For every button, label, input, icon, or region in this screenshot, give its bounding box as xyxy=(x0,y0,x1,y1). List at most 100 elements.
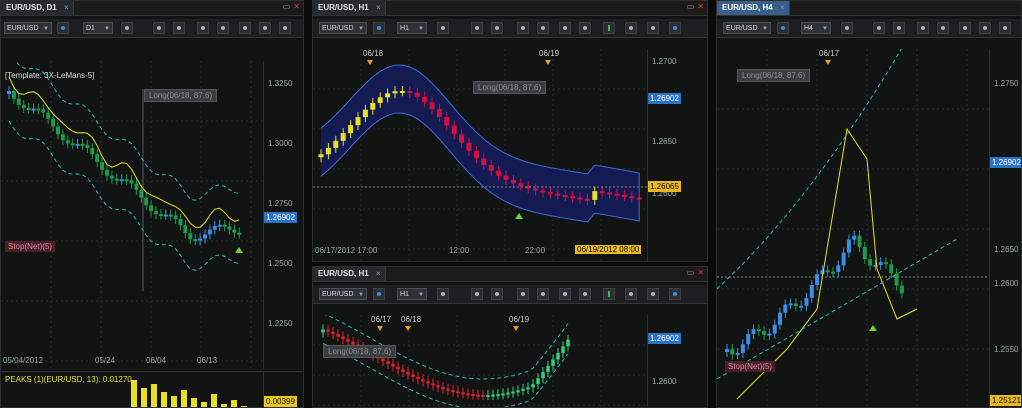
current-price-tag: 1.26902 xyxy=(648,93,681,104)
zoom-out-icon[interactable] xyxy=(217,22,229,34)
candle-body xyxy=(725,349,729,352)
price-chart-h4[interactable]: 06/17 1.2750 1.26902 1.2650 1.2600 1.255… xyxy=(717,49,1021,407)
candle-body xyxy=(436,385,440,388)
crosshair-icon[interactable] xyxy=(559,22,571,34)
histogram-bar xyxy=(141,388,147,407)
restore-icon[interactable]: ▭ xyxy=(687,268,695,277)
bars-icon[interactable] xyxy=(173,22,185,34)
timeframe-dropdown[interactable]: H1 ▼ xyxy=(397,22,427,34)
chart-type-icon[interactable] xyxy=(841,22,853,34)
zoom-out-icon[interactable] xyxy=(537,288,549,300)
candles-icon[interactable] xyxy=(471,22,483,34)
histogram-bar xyxy=(201,402,207,407)
restore-icon[interactable]: ▭ xyxy=(687,2,695,11)
settings-icon[interactable] xyxy=(579,22,591,34)
globe-icon[interactable] xyxy=(373,22,385,34)
notes-icon[interactable] xyxy=(625,22,637,34)
more-icon[interactable] xyxy=(999,22,1011,34)
crosshair-icon[interactable] xyxy=(239,22,251,34)
candle-body xyxy=(407,91,413,94)
signal-icon[interactable] xyxy=(603,22,615,34)
close-window-icon[interactable]: ✕ xyxy=(293,2,300,11)
close-tab-icon[interactable]: × xyxy=(780,1,785,15)
notes-icon[interactable] xyxy=(625,288,637,300)
candle-body xyxy=(163,214,168,217)
candle-body xyxy=(41,109,46,113)
search-icon[interactable] xyxy=(669,288,681,300)
search-icon[interactable] xyxy=(669,22,681,34)
close-window-icon[interactable]: ✕ xyxy=(697,2,704,11)
candle-body xyxy=(144,197,149,206)
symbol-dropdown[interactable]: EUR/USD ▼ xyxy=(319,22,367,34)
symbol-dropdown[interactable]: EUR/USD ▼ xyxy=(4,22,52,34)
candle-body xyxy=(778,312,782,325)
candle-body xyxy=(446,388,450,391)
candle-body xyxy=(884,262,888,265)
candle-body xyxy=(735,352,740,355)
print-icon[interactable] xyxy=(647,22,659,34)
close-tab-icon[interactable]: × xyxy=(376,267,381,281)
lower-channel-line xyxy=(717,238,958,380)
candle-body xyxy=(788,303,793,306)
zoom-in-icon[interactable] xyxy=(197,22,209,34)
print-icon[interactable] xyxy=(647,288,659,300)
crosshair-icon[interactable] xyxy=(959,22,971,34)
symbol-dropdown[interactable]: EUR/USD ▼ xyxy=(723,22,771,34)
chart-type-icon[interactable] xyxy=(437,22,449,34)
bars-icon[interactable] xyxy=(893,22,905,34)
close-window-icon[interactable]: ✕ xyxy=(697,268,704,277)
timeframe-dropdown[interactable]: H4 ▼ xyxy=(801,22,831,34)
bars-icon[interactable] xyxy=(491,22,503,34)
candle-body xyxy=(476,394,480,397)
candle-body xyxy=(841,252,846,266)
close-tab-icon[interactable]: × xyxy=(376,1,381,15)
candle-body xyxy=(105,169,109,176)
candle-body xyxy=(154,211,158,215)
zoom-in-icon[interactable] xyxy=(917,22,929,34)
price-chart-h1-top[interactable]: 06/18 06/19 1.2700 1.2650 1.2600 1.26902… xyxy=(313,49,707,261)
candles-icon[interactable] xyxy=(873,22,885,34)
tab-eurusd-h1[interactable]: EUR/USD, H1 × xyxy=(313,1,386,15)
symbol-value: EUR/USD xyxy=(322,291,354,298)
crosshair-icon[interactable] xyxy=(559,288,571,300)
indicator-pane[interactable]: PEAKS (1)(EUR/USD, 13): 0.01270 0.00399 xyxy=(1,371,303,407)
chart-type-icon[interactable] xyxy=(437,288,449,300)
bars-icon[interactable] xyxy=(491,288,503,300)
tab-eurusd-h4[interactable]: EUR/USD, H4 × xyxy=(717,1,790,15)
timeframe-dropdown[interactable]: H1 ▼ xyxy=(397,288,427,300)
symbol-dropdown[interactable]: EUR/USD ▼ xyxy=(319,288,367,300)
candle-body xyxy=(481,394,485,397)
settings-icon[interactable] xyxy=(579,288,591,300)
candle-body xyxy=(198,238,203,241)
globe-icon[interactable] xyxy=(777,22,789,34)
settings-icon[interactable] xyxy=(979,22,991,34)
candle-body xyxy=(471,394,475,397)
settings-icon[interactable] xyxy=(259,22,271,34)
tab-eurusd-h1[interactable]: EUR/USD, H1 × xyxy=(313,267,386,281)
date-marker-icon xyxy=(377,326,383,331)
zoom-out-icon[interactable] xyxy=(537,22,549,34)
zoom-out-icon[interactable] xyxy=(937,22,949,34)
candle-body xyxy=(46,112,51,119)
price-chart-h1-bottom[interactable]: 06/17 06/18 06/19 1.26902 1.2600 Long(06… xyxy=(313,315,707,407)
signal-icon[interactable] xyxy=(603,288,615,300)
candle-body xyxy=(391,363,395,367)
price-chart-d1[interactable]: 1.3250 1.3000 1.2750 1.2500 1.2250 1.269… xyxy=(1,61,303,369)
candle-body xyxy=(331,331,335,335)
d1-candles xyxy=(1,61,263,369)
globe-icon[interactable] xyxy=(57,22,69,34)
timeframe-dropdown[interactable]: D1 ▼ xyxy=(83,22,113,34)
zoom-in-icon[interactable] xyxy=(517,288,529,300)
restore-icon[interactable]: ▭ xyxy=(283,2,291,11)
long-label: Long(06/18, 87.6) xyxy=(323,345,397,358)
tab-eurusd-d1[interactable]: EUR/USD, D1 × xyxy=(1,1,74,15)
timeframe-value: D1 xyxy=(86,25,95,32)
more-icon[interactable] xyxy=(279,22,291,34)
zoom-in-icon[interactable] xyxy=(517,22,529,34)
chart-type-icon[interactable] xyxy=(121,22,133,34)
close-tab-icon[interactable]: × xyxy=(64,1,69,15)
candles-icon[interactable] xyxy=(471,288,483,300)
candles-icon[interactable] xyxy=(153,22,165,34)
candle-body xyxy=(831,271,835,274)
globe-icon[interactable] xyxy=(373,288,385,300)
